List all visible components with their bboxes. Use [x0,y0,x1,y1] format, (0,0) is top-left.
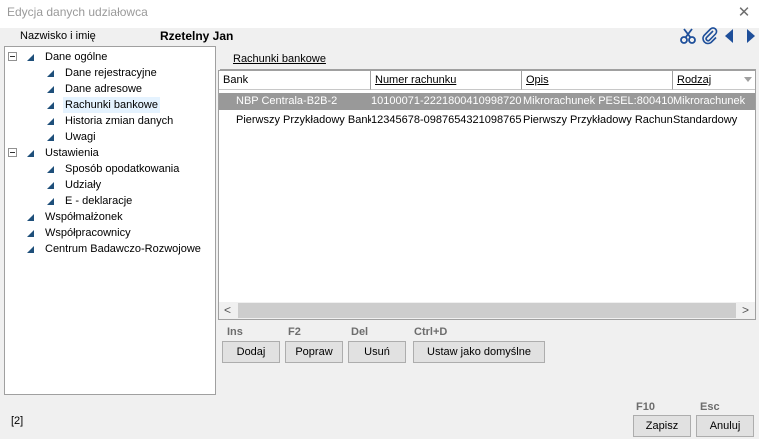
shortcut-ins: Ins [227,326,243,338]
cell-account-number: 12345678-0987654321098765 [371,114,522,126]
column-header-opis[interactable]: Opis [522,71,673,90]
tree-node-icon [27,230,34,237]
tree-item-label: Dane rejestracyjne [65,67,157,79]
tab-rachunki-bankowe[interactable]: Rachunki bankowe [233,53,326,65]
tree-node-icon [47,134,54,141]
tree-item-label: E - deklaracje [65,195,133,207]
cell-bank: NBP Centrala-B2B-2 [236,95,338,107]
close-icon[interactable]: ✕ [734,3,754,23]
name-label: Nazwisko i imię [20,30,96,42]
cell-description: Pierwszy Przykładowy Rachunek [523,114,673,126]
tree-item-label: Dane adresowe [65,83,143,95]
tree-node-icon [47,118,54,125]
scissors-icon[interactable] [679,27,697,45]
name-value: Rzetelny Jan [160,29,234,43]
cell-bank: Pierwszy Przykładowy Bank [236,114,371,126]
record-count: [2] [11,415,24,427]
tree-node-icon [27,214,34,221]
arrow-left-icon[interactable] [721,27,739,45]
tree-item-label: Ustawienia [45,147,99,159]
shortcut-del: Del [351,326,369,338]
window-title: Edycja danych udziałowca [7,5,148,19]
tree-node-icon [47,198,54,205]
shortcut-f10: F10 [636,401,655,413]
tree-item-label: Udziały [65,179,102,191]
edit-button[interactable]: Popraw [285,341,343,363]
collapse-toggle-icon[interactable] [8,52,17,61]
tree-item-label: Dane ogólne [45,51,108,63]
column-header-bank[interactable]: Bank [219,71,371,90]
shortcut-esc: Esc [700,401,720,413]
tree-node-icon [47,70,54,77]
scrollbar-thumb[interactable] [238,303,736,318]
tree-node-icon [27,150,34,157]
paperclip-icon[interactable] [701,27,719,45]
cell-type: Mikrorachunek [673,95,746,107]
tree-item-label: Uwagi [65,131,96,143]
scroll-right-icon[interactable]: > [737,302,754,319]
table-row[interactable]: NBP Centrala-B2B-2 10100071-222180041099… [219,93,755,110]
tree-item-label: Sposób opodatkowania [65,163,180,175]
scroll-left-icon[interactable]: < [219,302,236,319]
collapse-toggle-icon[interactable] [8,148,17,157]
cell-type: Standardowy [673,114,738,126]
save-button[interactable]: Zapisz [633,415,691,437]
cell-account-number: 10100071-2221800410998720 [371,95,522,107]
tree-item-label: Historia zmian danych [65,115,174,127]
set-default-button[interactable]: Ustaw jako domyślne [413,341,545,363]
tree-item-label: Rachunki bankowe [63,97,160,113]
tree-item-label: Współpracownicy [45,227,131,239]
tree-node-icon [47,166,54,173]
tree-node-icon [47,86,54,93]
shortcut-ctrl-d: Ctrl+D [414,326,448,338]
column-header-numer-rachunku[interactable]: Numer rachunku [371,71,522,90]
bank-accounts-grid: Bank Numer rachunku Opis Rodzaj NBP Cent… [218,70,756,320]
delete-button[interactable]: Usuń [348,341,406,363]
tree-node-icon [27,54,34,61]
cancel-button[interactable]: Anuluj [696,415,754,437]
shortcut-f2: F2 [288,326,301,338]
column-header-rodzaj[interactable]: Rodzaj [673,71,755,90]
table-row[interactable]: Pierwszy Przykładowy Bank 12345678-09876… [219,112,755,129]
sort-arrow-icon [744,77,752,82]
cell-description: Mikrorachunek PESEL:800410 [523,95,673,107]
tree-node-icon [47,182,54,189]
tree-item-label: Współmałżonek [45,211,123,223]
arrow-right-icon[interactable] [741,27,759,45]
add-button[interactable]: Dodaj [222,341,280,363]
tree-node-icon [27,246,34,253]
tree-node-icon [47,102,54,109]
tree-item-label: Centrum Badawczo-Rozwojowe [45,243,201,255]
